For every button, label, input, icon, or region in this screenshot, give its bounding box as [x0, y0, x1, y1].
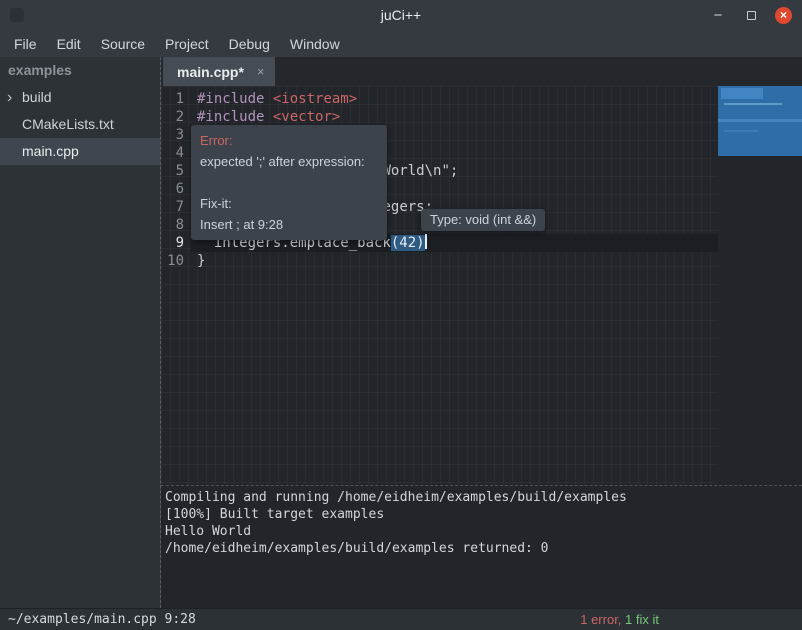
error-tooltip: Error: expected ';' after expression: Fi…	[191, 125, 387, 240]
tree-item-label: CMakeLists.txt	[22, 116, 114, 132]
chevron-right-icon[interactable]: ›	[7, 84, 12, 111]
status-fixit-count: 1 fix it	[621, 612, 659, 627]
minimap-code-line	[724, 130, 758, 132]
project-name: examples	[0, 57, 160, 84]
minimize-icon: −	[714, 7, 723, 24]
minimap-code-line	[724, 103, 782, 105]
window-title: juCi++	[0, 7, 802, 23]
tree-item-label: build	[22, 89, 52, 105]
tree-item-maincpp[interactable]: main.cpp	[0, 138, 160, 165]
file-tree: examples › build CMakeLists.txt main.cpp	[0, 57, 160, 608]
line-number: 4	[161, 144, 191, 162]
line-number: 1	[161, 90, 191, 108]
app-icon	[10, 8, 24, 22]
menu-file[interactable]: File	[4, 32, 47, 56]
type-tooltip: Type: void (int &&)	[421, 209, 545, 231]
titlebar: juCi++ − ×	[0, 0, 802, 30]
bracket-match-highlight: (42)	[391, 235, 425, 251]
line-number: 5	[161, 162, 191, 180]
code-editor[interactable]: 1 2 3 4 5 6 7 8 9 10 #include <iostream>…	[161, 86, 802, 485]
line-number-gutter: 1 2 3 4 5 6 7 8 9 10	[161, 86, 191, 485]
menu-project[interactable]: Project	[155, 32, 219, 56]
minimap-code-line	[718, 119, 802, 122]
main-content: examples › build CMakeLists.txt main.cpp…	[0, 57, 802, 608]
tree-item-label: main.cpp	[22, 143, 79, 159]
menubar: File Edit Source Project Debug Window	[0, 30, 802, 57]
terminal-output[interactable]: Compiling and running /home/eidheim/exam…	[161, 485, 802, 608]
tree-item-cmakelists[interactable]: CMakeLists.txt	[0, 111, 160, 138]
source-map-slider[interactable]	[718, 86, 802, 156]
line-number: 10	[161, 252, 191, 270]
tab-close-icon[interactable]: ×	[257, 64, 265, 79]
tabbar: main.cpp* ×	[161, 57, 802, 86]
close-icon: ×	[780, 8, 787, 22]
statusbar: ~/examples/main.cpp 9:28 1 error, 1 fix …	[0, 608, 802, 630]
app-window: juCi++ − × File Edit Source Project Debu…	[0, 0, 802, 630]
window-controls: − ×	[709, 0, 792, 30]
minimize-button[interactable]: −	[709, 6, 727, 24]
line-number: 9	[161, 234, 191, 252]
line-number: 7	[161, 198, 191, 216]
line-number: 2	[161, 108, 191, 126]
restore-icon	[747, 11, 756, 20]
source-map[interactable]	[718, 86, 802, 485]
fixit-title: Fix-it:	[200, 193, 378, 214]
type-tooltip-text: Type: void (int &&)	[430, 212, 536, 227]
code-line[interactable]: #include <vector>	[197, 108, 718, 126]
error-tooltip-message: expected ';' after expression:	[200, 151, 378, 172]
menu-edit[interactable]: Edit	[47, 32, 91, 56]
fixit-action: Insert ; at 9:28	[200, 214, 378, 235]
status-error-count: 1 error,	[580, 612, 621, 627]
editor-pane: main.cpp* × 1 2 3 4 5 6 7 8 9 10	[160, 57, 802, 608]
tab-maincpp[interactable]: main.cpp* ×	[163, 57, 275, 86]
status-file-position: ~/examples/main.cpp 9:28	[8, 612, 196, 627]
terminal-line: Compiling and running /home/eidheim/exam…	[165, 489, 802, 506]
code-line[interactable]: }	[197, 252, 718, 270]
restore-button[interactable]	[742, 6, 760, 24]
tab-label: main.cpp*	[177, 64, 244, 80]
terminal-line: [100%] Built target examples	[165, 506, 802, 523]
close-button[interactable]: ×	[775, 7, 792, 24]
tree-item-build[interactable]: › build	[0, 84, 160, 111]
menu-window[interactable]: Window	[280, 32, 350, 56]
menu-source[interactable]: Source	[91, 32, 155, 56]
terminal-line: Hello World	[165, 523, 802, 540]
line-number: 8	[161, 216, 191, 234]
error-tooltip-spacer	[200, 172, 378, 193]
terminal-line: /home/eidheim/examples/build/examples re…	[165, 540, 802, 557]
line-number: 3	[161, 126, 191, 144]
text-cursor	[425, 234, 427, 249]
status-diagnostics: 1 error, 1 fix it	[580, 612, 659, 627]
error-tooltip-title: Error:	[200, 130, 378, 151]
menu-debug[interactable]: Debug	[219, 32, 280, 56]
code-line[interactable]: #include <iostream>	[197, 90, 718, 108]
line-number: 6	[161, 180, 191, 198]
minimap-code-block	[721, 88, 763, 99]
